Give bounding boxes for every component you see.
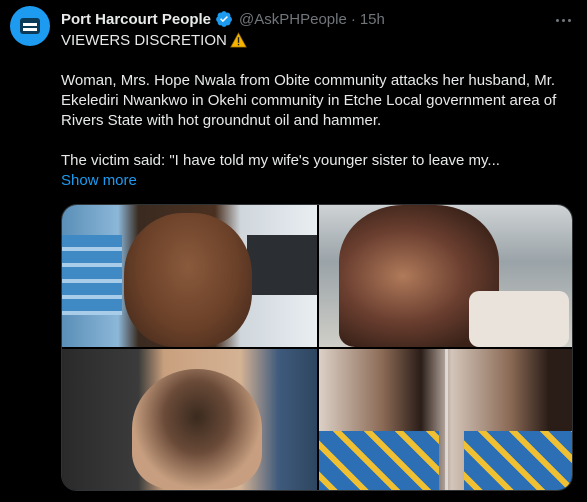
tweet-timestamp[interactable]: 15h bbox=[360, 11, 385, 28]
news-glyph-icon bbox=[20, 18, 40, 34]
more-options-icon[interactable] bbox=[553, 10, 573, 30]
tweet-paragraph-2: The victim said: "I have told my wife's … bbox=[61, 152, 500, 169]
media-image-3[interactable] bbox=[62, 349, 317, 490]
media-grid bbox=[61, 204, 573, 491]
author-handle[interactable]: @AskPHPeople bbox=[239, 11, 347, 28]
media-image-2[interactable] bbox=[319, 205, 572, 347]
tweet-heading: VIEWERS DISCRETION bbox=[61, 32, 227, 49]
media-image-4[interactable] bbox=[319, 349, 572, 490]
avatar[interactable] bbox=[10, 6, 50, 46]
warning-icon bbox=[229, 32, 247, 48]
tweet-header: Port Harcourt People @AskPHPeople · 15h bbox=[61, 8, 385, 30]
show-more-link[interactable]: Show more bbox=[61, 171, 573, 191]
tweet-paragraph-1: Woman, Mrs. Hope Nwala from Obite commun… bbox=[61, 72, 557, 129]
separator-dot: · bbox=[350, 10, 356, 28]
media-image-1[interactable] bbox=[62, 205, 317, 347]
author-display-name[interactable]: Port Harcourt People bbox=[61, 11, 211, 28]
tweet-heading-line: VIEWERS DISCRETION bbox=[61, 31, 573, 51]
verified-badge-icon bbox=[216, 11, 233, 27]
tweet-text: VIEWERS DISCRETION Woman, Mrs. Hope Nwal… bbox=[61, 31, 573, 191]
